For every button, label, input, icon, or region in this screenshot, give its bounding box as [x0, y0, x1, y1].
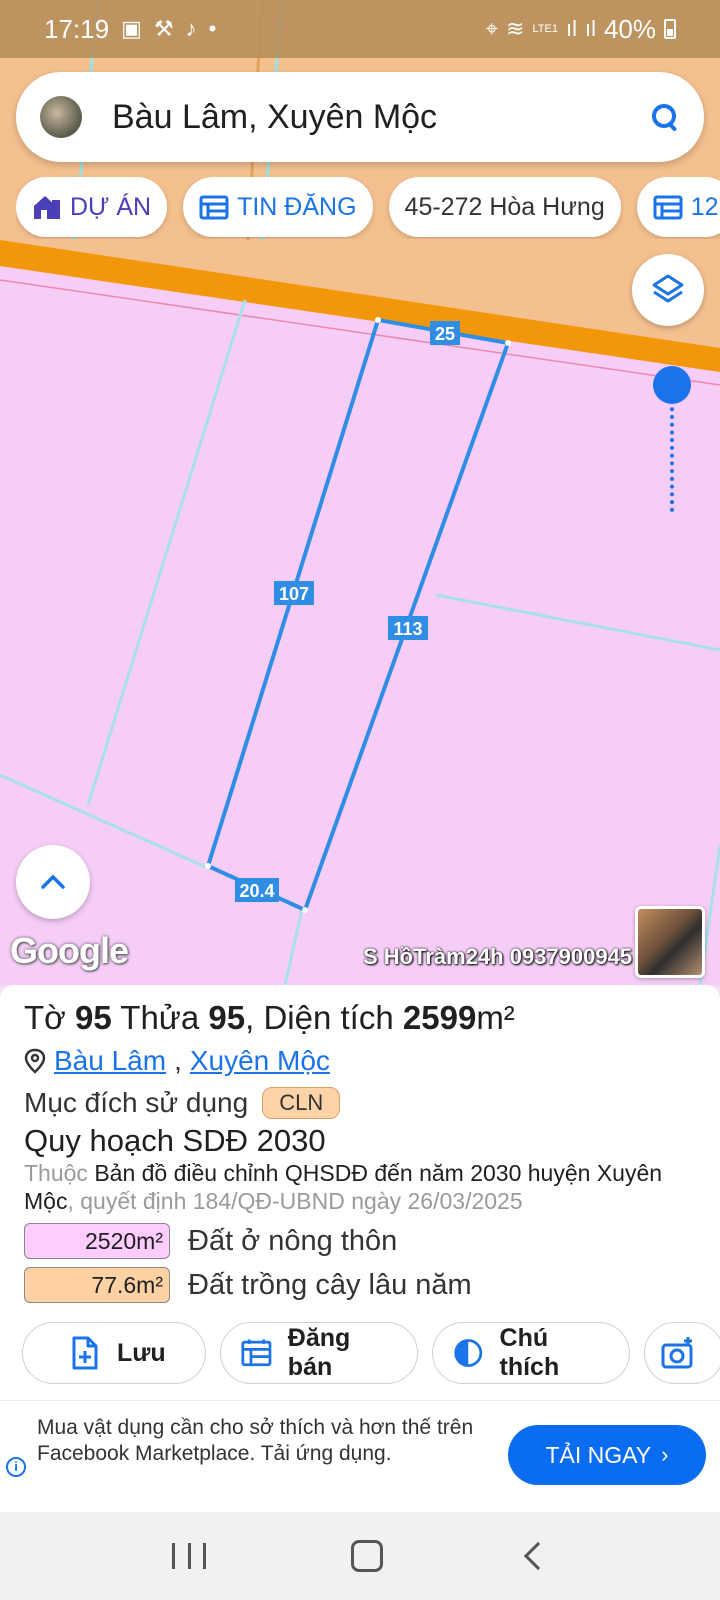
recent-apps-button[interactable]	[172, 1543, 207, 1569]
plot-number: 95	[208, 999, 246, 1036]
chip-hoa-hung[interactable]: 45-272 Hòa Hưng	[388, 177, 621, 237]
battery-percent: 40%	[603, 13, 656, 44]
area-row-perennial: 77.6m² Đất trồng cây lâu năm	[24, 1267, 696, 1303]
area-row-residential: 2520m² Đất ở nông thôn	[24, 1223, 696, 1259]
svg-text:113: 113	[393, 619, 422, 639]
chip-label: 12	[690, 192, 719, 221]
plot-label: Thửa	[120, 999, 200, 1036]
ward-link[interactable]: Bàu Lâm	[54, 1045, 166, 1077]
svg-text:107: 107	[279, 584, 309, 604]
system-nav-bar	[0, 1512, 720, 1600]
comma-separator: ,	[174, 1045, 182, 1076]
avatar[interactable]	[40, 96, 82, 138]
svg-text:20.4: 20.4	[239, 881, 274, 901]
plan-title: Quy hoạch SDĐ 2030	[24, 1123, 326, 1158]
battery-icon	[664, 19, 676, 39]
wifi-icon: ≋	[506, 16, 525, 41]
tiktok-icon: ♪	[185, 16, 197, 41]
watermark: S HồTràm24h 0937900945	[363, 944, 633, 969]
filter-chips: DỰ ÁN TIN ĐĂNG 45-272 Hòa Hưng 12	[16, 177, 720, 239]
search-query[interactable]: Bàu Lâm, Xuyên Mộc	[112, 98, 437, 137]
action-buttons: Lưu Đăng bán Chú thích	[22, 1322, 720, 1384]
search-icon[interactable]	[650, 102, 680, 132]
network-type: LTE1	[532, 22, 558, 35]
ad-banner[interactable]: i Mua vật dụng cần cho sở thích và hơn t…	[0, 1400, 720, 1512]
plan-decision: , quyết định 184/QĐ-UBND ngày 26/03/2025	[67, 1188, 523, 1214]
legend-button[interactable]: Chú thích	[432, 1322, 630, 1384]
location-row: Bàu Lâm, Xuyên Mộc	[24, 1045, 696, 1077]
chip-more[interactable]: 12	[636, 177, 720, 237]
location-icon: ⌖	[485, 16, 499, 41]
area-value: 2599	[402, 999, 477, 1036]
area-label: , Diện tích	[245, 999, 394, 1036]
edge-label-bottom: 20.4	[235, 878, 279, 902]
add-photo-button[interactable]	[644, 1322, 720, 1384]
chip-label: TIN ĐĂNG	[237, 192, 357, 221]
clock: 17:19	[44, 13, 110, 44]
sheet-label: Tờ	[24, 999, 66, 1036]
search-bar[interactable]: Bàu Lâm, Xuyên Mộc	[16, 72, 704, 162]
area-unit: m²	[476, 999, 515, 1036]
home-button[interactable]	[350, 1540, 383, 1572]
chevron-right-icon: ›	[661, 1442, 669, 1467]
area-type-perennial: Đất trồng cây lâu năm	[188, 1268, 472, 1301]
tool-icon: ⚒	[153, 16, 174, 41]
chevron-up-icon	[41, 874, 65, 889]
purpose-row: Mục đích sử dụng CLN	[24, 1087, 696, 1119]
back-button[interactable]	[523, 1541, 552, 1571]
area-box-perennial: 77.6m²	[24, 1267, 170, 1303]
legend-label: Chú thích	[499, 1324, 560, 1381]
street-view-thumbnail[interactable]	[635, 906, 705, 978]
chip-du-an[interactable]: DỰ ÁN	[16, 177, 168, 237]
chip-label: DỰ ÁN	[70, 192, 152, 221]
chip-tin-dang[interactable]: TIN ĐĂNG	[183, 177, 373, 237]
edge-label-right: 113	[388, 616, 428, 640]
parcel-title: Tờ 95 Thửa 95, Diện tích 2599m²	[24, 999, 696, 1037]
calendar-icon	[653, 195, 683, 220]
calendar-icon	[241, 1339, 272, 1367]
status-bar: 17:19 ▣ ⚒ ♪ • ⌖ ≋ LTE1 ıl ıl 40%	[0, 0, 720, 58]
expand-panel-button[interactable]	[16, 845, 90, 919]
area-type-residential: Đất ở nông thôn	[188, 1224, 398, 1257]
signal-icon-2: ıl	[584, 16, 596, 41]
info-icon[interactable]: i	[6, 1457, 26, 1477]
layers-button[interactable]	[632, 254, 704, 326]
dot-icon: •	[208, 16, 217, 41]
location-pin-icon	[24, 1048, 46, 1074]
google-logo: Google	[10, 930, 129, 971]
chip-label: 45-272 Hòa Hưng	[404, 192, 605, 221]
save-file-icon	[72, 1336, 98, 1370]
legend-icon	[454, 1339, 483, 1367]
layers-icon	[652, 274, 684, 303]
gallery-icon: ▣	[121, 16, 142, 41]
plan-prefix: Thuộc	[24, 1160, 88, 1186]
save-button[interactable]: Lưu	[22, 1322, 206, 1384]
install-now-button[interactable]: TẢI NGAY ›	[508, 1425, 706, 1485]
add-photo-icon	[661, 1337, 693, 1369]
house-icon	[34, 196, 60, 219]
purpose-label: Mục đích sử dụng	[24, 1087, 249, 1118]
opacity-slider-handle[interactable]	[653, 366, 691, 404]
district-link[interactable]: Xuyên Mộc	[190, 1045, 330, 1077]
svg-text:25: 25	[435, 324, 455, 344]
edge-label-top: 25	[430, 321, 460, 345]
purpose-badge: CLN	[262, 1087, 341, 1119]
install-now-label: TẢI NGAY	[545, 1441, 652, 1468]
edge-label-left: 107	[274, 581, 314, 605]
post-for-sale-label: Đăng bán	[287, 1324, 351, 1381]
signal-icon: ıl	[565, 16, 577, 41]
post-for-sale-button[interactable]: Đăng bán	[220, 1322, 418, 1384]
sheet-number: 95	[74, 999, 112, 1036]
save-label: Lưu	[117, 1338, 166, 1367]
plan-description: Thuộc Bản đồ điều chỉnh QHSDĐ đến năm 20…	[24, 1159, 696, 1215]
calendar-icon	[199, 195, 229, 220]
area-box-residential: 2520m²	[24, 1223, 170, 1259]
ad-text: Mua vật dụng cần cho sở thích và hơn thế…	[37, 1416, 474, 1465]
